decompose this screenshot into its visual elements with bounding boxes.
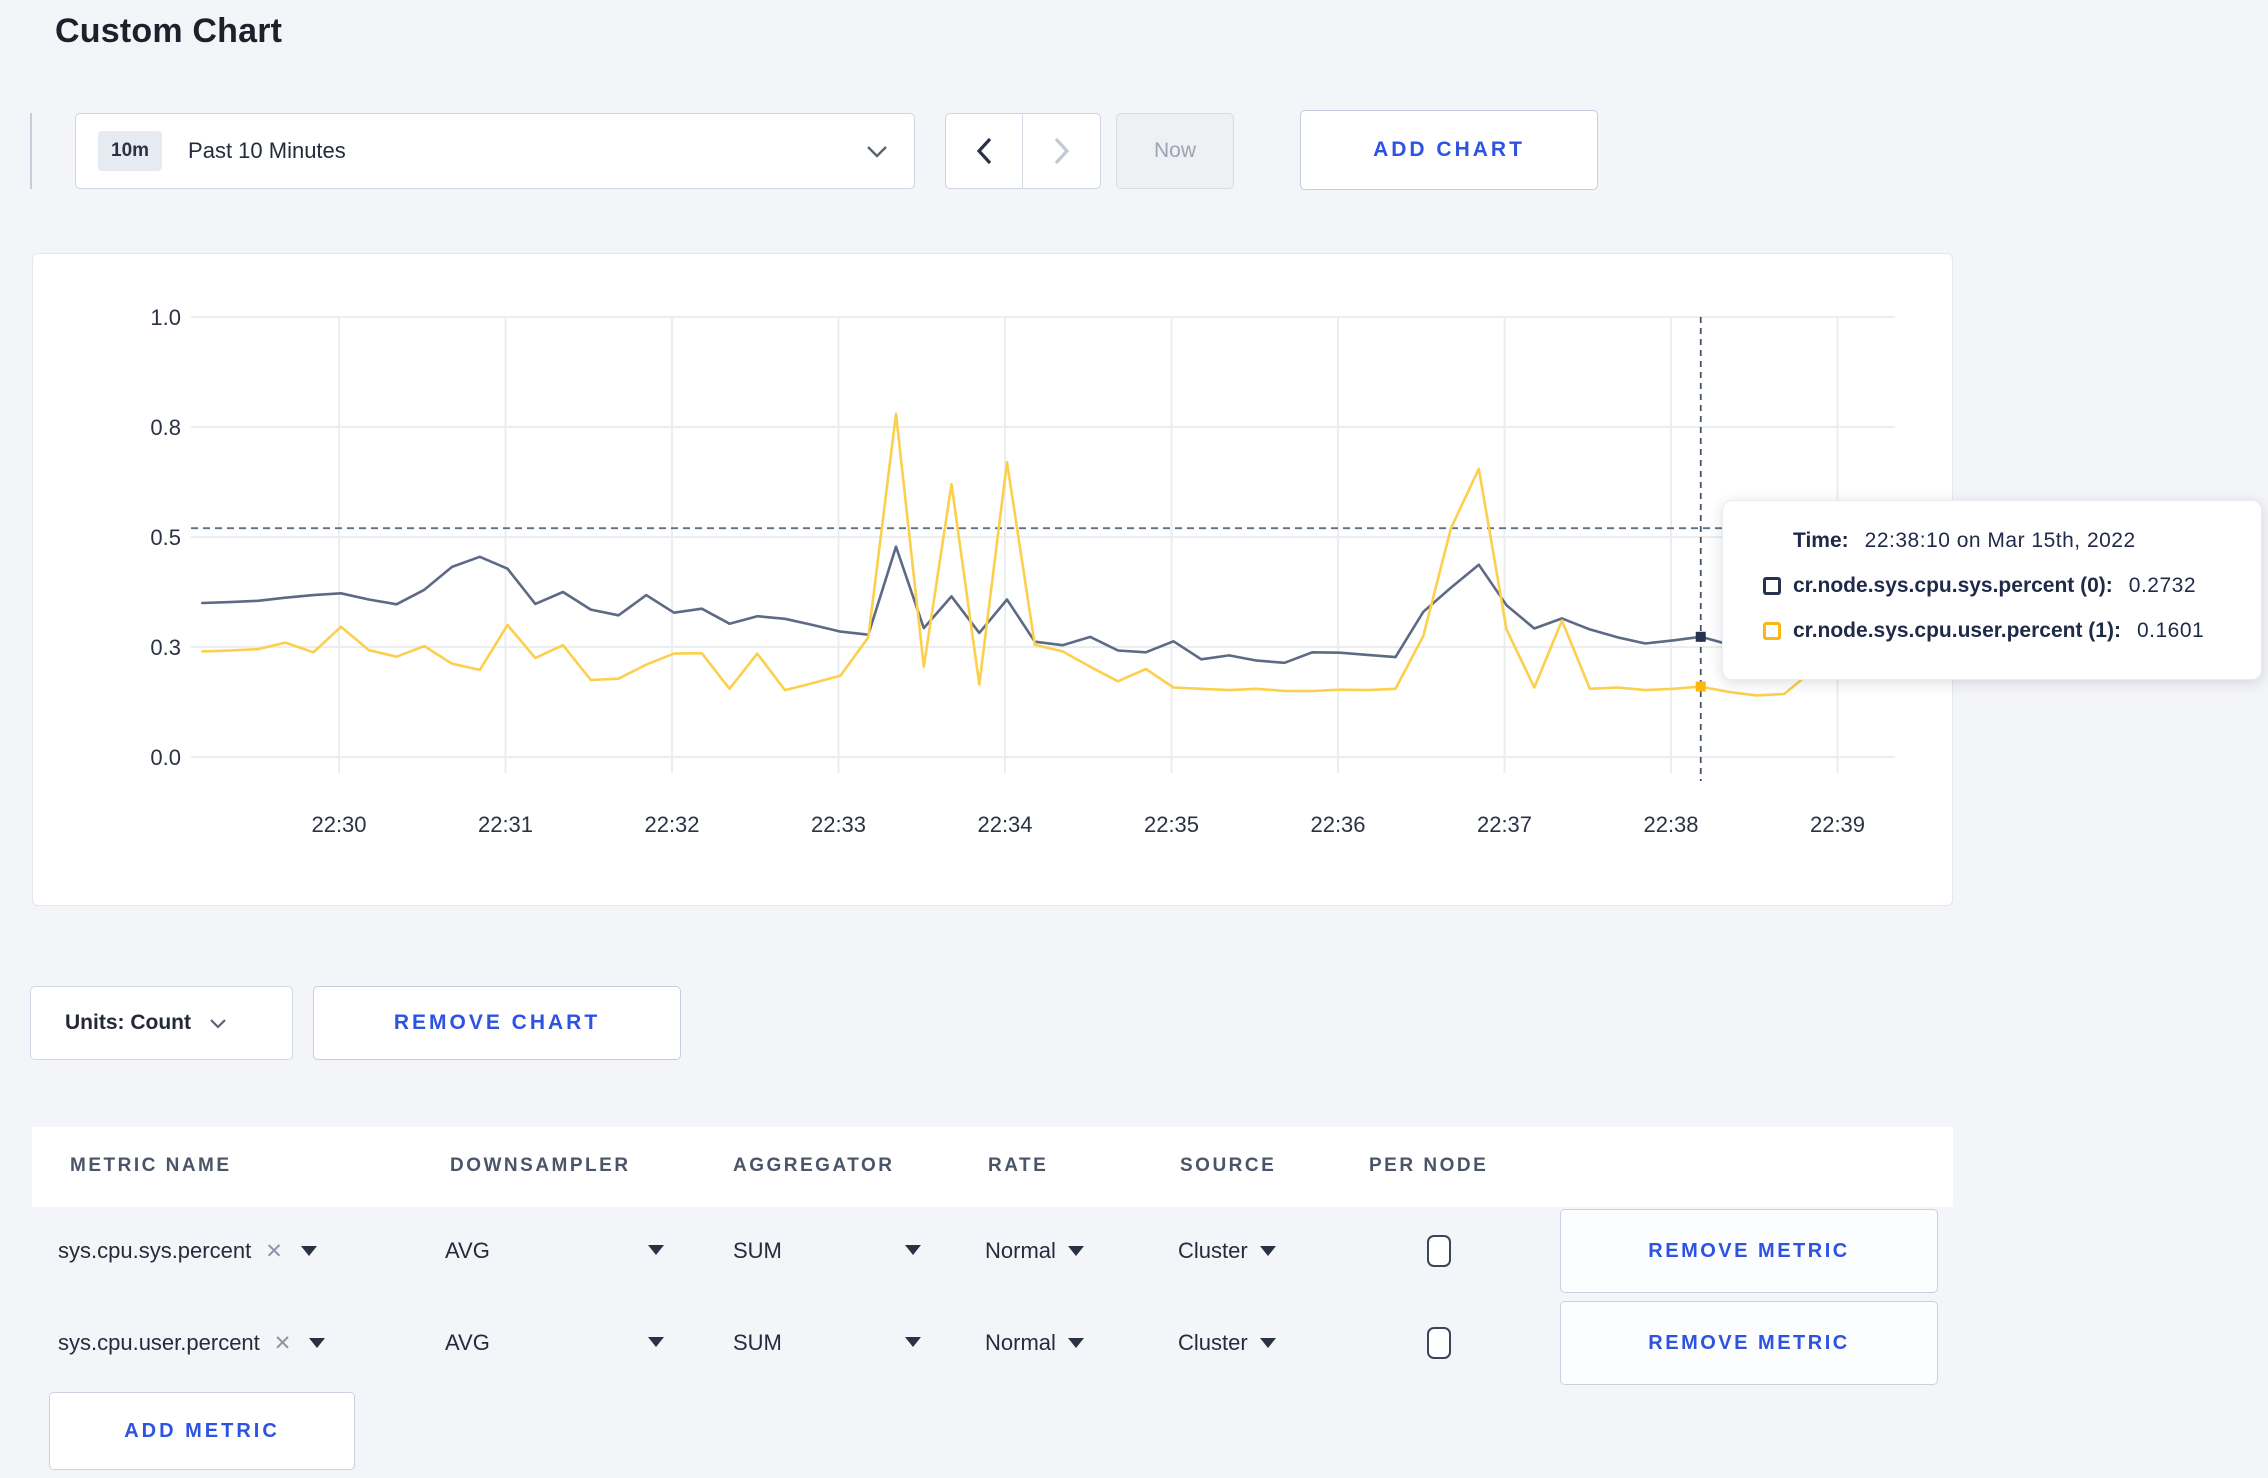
rate-value: Normal (985, 1330, 1056, 1355)
downsampler-value: AVG (445, 1330, 490, 1355)
chevron-right-icon (1054, 137, 1069, 165)
remove-chart-button[interactable]: REMOVE CHART (313, 986, 681, 1060)
time-range-badge: 10m (98, 131, 163, 171)
source-select[interactable]: Cluster (1178, 1330, 1276, 1356)
chevron-down-icon (867, 145, 887, 158)
series-sys-legend-swatch (1763, 577, 1781, 595)
col-header-rate: RATE (988, 1155, 1049, 1176)
col-header-source: SOURCE (1180, 1155, 1277, 1176)
time-step-buttons (945, 113, 1101, 189)
aggregator-select[interactable]: SUM (733, 1238, 782, 1264)
chevron-down-icon[interactable] (648, 1245, 664, 1255)
prev-time-button[interactable] (946, 114, 1023, 188)
chevron-down-icon (210, 1018, 226, 1029)
time-range-label: Past 10 Minutes (188, 138, 346, 163)
next-time-button[interactable] (1023, 114, 1100, 188)
source-value: Cluster (1178, 1238, 1248, 1263)
downsampler-value: AVG (445, 1238, 490, 1263)
svg-text:22:35: 22:35 (1144, 812, 1199, 837)
svg-text:22:32: 22:32 (644, 812, 699, 837)
metrics-table-header: METRIC NAME DOWNSAMPLER AGGREGATOR RATE … (32, 1127, 1953, 1207)
svg-text:22:30: 22:30 (311, 812, 366, 837)
col-header-aggregator: AGGREGATOR (733, 1155, 895, 1176)
now-button[interactable]: Now (1116, 113, 1234, 189)
svg-text:22:33: 22:33 (811, 812, 866, 837)
metric-name-select[interactable]: sys.cpu.sys.percent ✕ (58, 1238, 317, 1264)
chevron-down-icon[interactable] (905, 1245, 921, 1255)
svg-text:22:36: 22:36 (1310, 812, 1365, 837)
svg-text:22:31: 22:31 (478, 812, 533, 837)
source-value: Cluster (1178, 1330, 1248, 1355)
svg-text:0.3: 0.3 (150, 635, 181, 660)
units-dropdown[interactable]: Units: Count (30, 986, 293, 1060)
aggregator-value: SUM (733, 1330, 782, 1355)
metric-name-select[interactable]: sys.cpu.user.percent ✕ (58, 1330, 326, 1356)
svg-text:0.0: 0.0 (150, 745, 181, 770)
tooltip-time-value: 22:38:10 on Mar 15th, 2022 (1864, 529, 2136, 552)
tooltip-series-value: 0.1601 (2136, 619, 2205, 642)
chevron-down-icon[interactable] (905, 1337, 921, 1347)
tooltip-time-label: Time: (1793, 529, 1849, 552)
rate-select[interactable]: Normal (985, 1238, 1084, 1264)
tooltip-series-value: 0.2732 (2128, 574, 2197, 597)
rate-value: Normal (985, 1238, 1056, 1263)
downsampler-select[interactable]: AVG (445, 1330, 490, 1356)
chevron-down-icon (1067, 1246, 1084, 1256)
add-metric-button[interactable]: ADD METRIC (49, 1392, 355, 1470)
tooltip-series-label: cr.node.sys.cpu.sys.percent (0): (1793, 574, 2113, 597)
col-header-metric-name: METRIC NAME (70, 1155, 232, 1176)
chevron-down-icon (1259, 1246, 1276, 1256)
chart-card: 1.0 0.8 0.5 0.3 0.0 22:30 22:31 22:32 22:33 22:34… (32, 253, 1953, 906)
svg-text:22:34: 22:34 (977, 812, 1032, 837)
tooltip-series-row: cr.node.sys.cpu.user.percent (1): 0.1601 (1763, 616, 2261, 646)
toolbar-divider (30, 113, 32, 189)
rate-select[interactable]: Normal (985, 1330, 1084, 1356)
series-user-legend-swatch (1763, 622, 1781, 640)
remove-metric-button[interactable]: REMOVE METRIC (1560, 1301, 1938, 1385)
time-range-dropdown[interactable]: 10m Past 10 Minutes (75, 113, 915, 189)
col-header-per-node: PER NODE (1369, 1155, 1489, 1176)
add-chart-button[interactable]: ADD CHART (1300, 110, 1598, 190)
chart-svg[interactable]: 1.0 0.8 0.5 0.3 0.0 22:30 22:31 22:32 22:33 22:34… (33, 254, 1954, 907)
col-header-downsampler: DOWNSAMPLER (450, 1155, 631, 1176)
chevron-down-icon[interactable] (648, 1337, 664, 1347)
tooltip-series-label: cr.node.sys.cpu.user.percent (1): (1793, 619, 2121, 642)
metric-row-sys: sys.cpu.sys.percent ✕ AVG SUM Normal Clu… (32, 1207, 1953, 1295)
metric-name-value: sys.cpu.sys.percent (58, 1238, 252, 1263)
tooltip-series-row: cr.node.sys.cpu.sys.percent (0): 0.2732 (1763, 571, 2261, 601)
per-node-checkbox[interactable] (1427, 1235, 1451, 1267)
aggregator-select[interactable]: SUM (733, 1330, 782, 1356)
svg-text:22:37: 22:37 (1477, 812, 1532, 837)
units-label: Units: Count (65, 1011, 191, 1034)
chevron-left-icon (976, 137, 992, 165)
metric-row-user: sys.cpu.user.percent ✕ AVG SUM Normal Cl… (32, 1299, 1953, 1387)
metric-name-value: sys.cpu.user.percent (58, 1330, 260, 1355)
svg-text:22:38: 22:38 (1643, 812, 1698, 837)
chevron-down-icon (1067, 1338, 1084, 1348)
page-title: Custom Chart (55, 12, 283, 50)
tooltip-time-row: Time: 22:38:10 on Mar 15th, 2022 (1763, 526, 2261, 556)
svg-text:0.5: 0.5 (150, 525, 181, 550)
chevron-down-icon (1259, 1338, 1276, 1348)
per-node-checkbox[interactable] (1427, 1327, 1451, 1359)
clear-metric-icon[interactable]: ✕ (274, 1331, 292, 1356)
svg-text:1.0: 1.0 (150, 305, 181, 330)
aggregator-value: SUM (733, 1238, 782, 1263)
remove-metric-button[interactable]: REMOVE METRIC (1560, 1209, 1938, 1293)
svg-text:0.8: 0.8 (150, 415, 181, 440)
source-select[interactable]: Cluster (1178, 1238, 1276, 1264)
clear-metric-icon[interactable]: ✕ (265, 1239, 283, 1264)
chevron-down-icon[interactable] (300, 1246, 317, 1256)
downsampler-select[interactable]: AVG (445, 1238, 490, 1264)
chevron-down-icon[interactable] (309, 1338, 326, 1348)
svg-text:22:39: 22:39 (1810, 812, 1865, 837)
chart-tooltip: Time: 22:38:10 on Mar 15th, 2022 cr.node… (1722, 500, 2262, 680)
